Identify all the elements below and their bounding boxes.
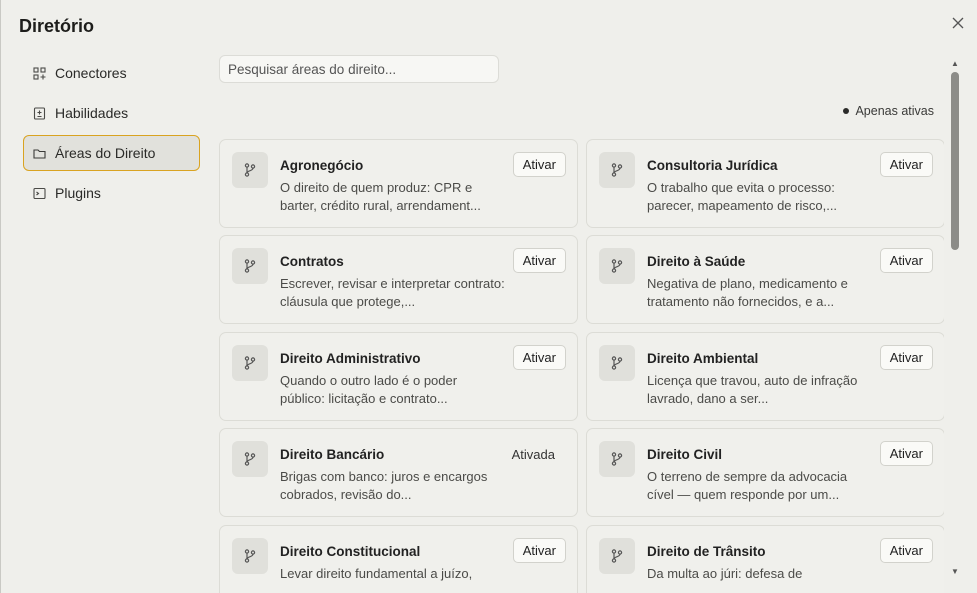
area-name: Direito Administrativo [280,351,421,366]
activate-button[interactable]: Ativar [879,441,933,466]
active-only-filter[interactable]: Apenas ativas [843,104,934,118]
area-card-direito-constitucional[interactable]: Direito Constitucional Levar direito fun… [219,525,578,593]
git-branch-icon [599,441,635,477]
directory-dialog: Diretório Conectores Habilidades Áreas d… [0,0,977,593]
area-card-direito-ambiental[interactable]: Direito Ambiental Licença que travou, au… [586,332,944,421]
area-card-consultoria-juridica[interactable]: Consultoria Jurídica O trabalho que evit… [586,139,944,228]
area-name: Direito à Saúde [647,254,746,269]
area-name: Consultoria Jurídica [647,158,778,173]
activate-button[interactable]: Ativar [512,538,566,563]
area-name: Direito de Trânsito [647,544,766,559]
git-branch-icon [599,345,635,381]
grid-plus-icon [33,66,46,80]
git-branch-icon [599,538,635,574]
area-card-direito-de-transito[interactable]: Direito de Trânsito Da multa ao júri: de… [586,525,944,593]
git-branch-icon [232,441,268,477]
area-description: Brigas com banco: juros e encargos cobra… [280,469,488,502]
close-icon [952,17,964,29]
area-name: Agronegócio [280,158,364,173]
sidebar-item-areas-do-direito[interactable]: Áreas do Direito [23,135,200,171]
activate-button[interactable]: Ativar [512,248,566,273]
area-card-contratos[interactable]: Contratos Escrever, revisar e interpreta… [219,235,578,324]
area-name: Direito Ambiental [647,351,759,366]
git-branch-icon [232,248,268,284]
sidebar-item-conectores[interactable]: Conectores [23,55,200,91]
folder-icon [33,147,46,160]
git-branch-icon [232,152,268,188]
sidebar-item-label: Conectores [55,65,127,81]
git-branch-icon [232,538,268,574]
area-description: Escrever, revisar e interpretar contrato… [280,276,505,309]
area-description: Da multa ao júri: defesa de [647,566,803,581]
sidebar-item-label: Plugins [55,185,101,201]
area-card-direito-civil[interactable]: Direito Civil O terreno de sempre da adv… [586,428,944,517]
area-card-direito-administrativo[interactable]: Direito Administrativo Quando o outro la… [219,332,578,421]
sidebar-item-habilidades[interactable]: Habilidades [23,95,200,131]
area-description: Levar direito fundamental a juízo, [280,566,473,581]
document-plus-icon [33,106,46,120]
area-card-direito-bancario[interactable]: Direito Bancário Brigas com banco: juros… [219,428,578,517]
filter-label: Apenas ativas [855,104,934,118]
git-branch-icon [599,152,635,188]
activate-button[interactable]: Ativar [512,152,566,177]
area-description: O trabalho que evita o processo: parecer… [647,180,838,213]
main-panel: Apenas ativas Agronegócio O direito de q… [219,55,944,593]
area-description: Licença que travou, auto de infração lav… [647,373,858,406]
area-description: Negativa de plano, medicamento e tratame… [647,276,848,309]
activate-button[interactable]: Ativar [879,538,933,563]
scroll-down-icon[interactable]: ▼ [950,566,960,576]
sidebar: Conectores Habilidades Áreas do Direito … [23,55,200,215]
terminal-icon [33,187,46,200]
area-name: Direito Bancário [280,447,385,462]
git-branch-icon [232,345,268,381]
close-button[interactable] [949,14,967,32]
area-name: Contratos [280,254,344,269]
git-branch-icon [599,248,635,284]
areas-grid: Agronegócio O direito de quem produz: CP… [219,139,944,593]
area-card-direito-a-saude[interactable]: Direito à Saúde Negativa de plano, medic… [586,235,944,324]
sidebar-item-label: Áreas do Direito [55,145,156,161]
area-description: O direito de quem produz: CPR e barter, … [280,180,481,213]
activate-button[interactable]: Ativar [879,248,933,273]
sidebar-item-label: Habilidades [55,105,129,121]
area-description: O terreno de sempre da advocacia cível —… [647,469,848,502]
area-name: Direito Constitucional [280,544,421,559]
activated-status: Ativada [511,447,555,462]
activate-button[interactable]: Ativar [879,345,933,370]
activate-button[interactable]: Ativar [512,345,566,370]
scrollbar-thumb[interactable] [951,72,959,250]
vertical-scrollbar[interactable]: ▲ ▼ [948,56,962,578]
sidebar-item-plugins[interactable]: Plugins [23,175,200,211]
area-card-agronegocio[interactable]: Agronegócio O direito de quem produz: CP… [219,139,578,228]
activate-button[interactable]: Ativar [879,152,933,177]
area-name: Direito Civil [647,447,723,462]
search-input[interactable] [219,55,499,83]
dialog-title: Diretório [19,16,95,36]
dot-icon [843,108,850,114]
area-description: Quando o outro lado é o poder público: l… [280,373,458,406]
scroll-up-icon[interactable]: ▲ [950,58,960,68]
